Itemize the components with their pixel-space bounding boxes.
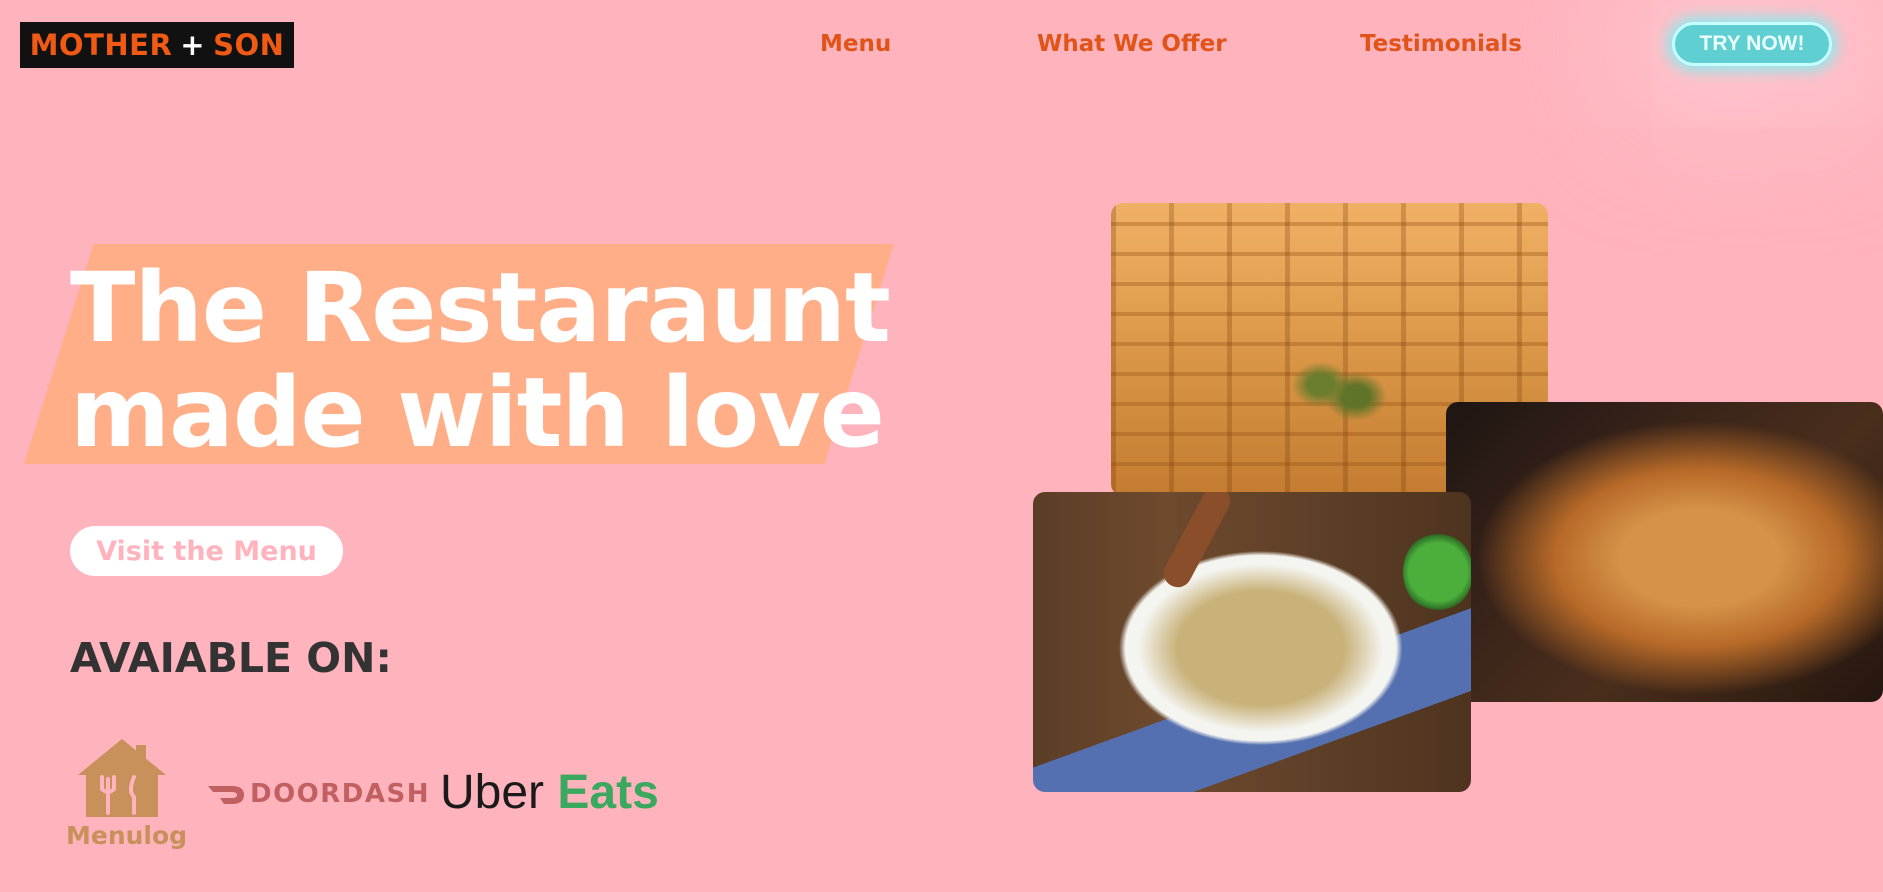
brand-word-mother: MOTHER <box>29 28 173 62</box>
doordash-label: DOORDASH <box>250 779 430 809</box>
doordash-dash-icon <box>208 786 244 804</box>
available-on-heading: AVAIABLE ON: <box>70 634 392 682</box>
hero-title-line-2: made with love <box>70 357 885 469</box>
nav-link-testimonials[interactable]: Testimonials <box>1360 31 1522 57</box>
menulog-label: Menulog <box>66 821 188 850</box>
hero-title: The Restaraunt made with love <box>70 256 930 466</box>
wooden-spoon <box>1158 492 1236 593</box>
eats-label: Eats <box>557 766 659 819</box>
butter-chicken-photo <box>1446 402 1883 702</box>
vegetable-rice-photo <box>1033 492 1471 792</box>
hero-title-line-1: The Restaraunt <box>70 252 891 364</box>
doordash-link[interactable]: DOORDASH <box>206 779 430 809</box>
nav-link-menu[interactable]: Menu <box>820 31 891 57</box>
brand-word-son: SON <box>213 28 285 62</box>
uber-label: Uber <box>440 766 545 819</box>
peas-bowl <box>1403 532 1471 612</box>
menulog-link[interactable]: Menulog <box>66 735 188 853</box>
nav-link-what-we-offer[interactable]: What We Offer <box>1037 31 1227 57</box>
menulog-house-icon <box>78 739 166 817</box>
visit-menu-button[interactable]: Visit the Menu <box>70 526 343 576</box>
brand-logo[interactable]: MOTHER + SON <box>20 22 294 68</box>
uber-eats-link[interactable]: Uber Eats <box>440 765 659 820</box>
try-now-button[interactable]: TRY NOW! <box>1672 22 1832 66</box>
brand-plus: + <box>180 28 206 62</box>
